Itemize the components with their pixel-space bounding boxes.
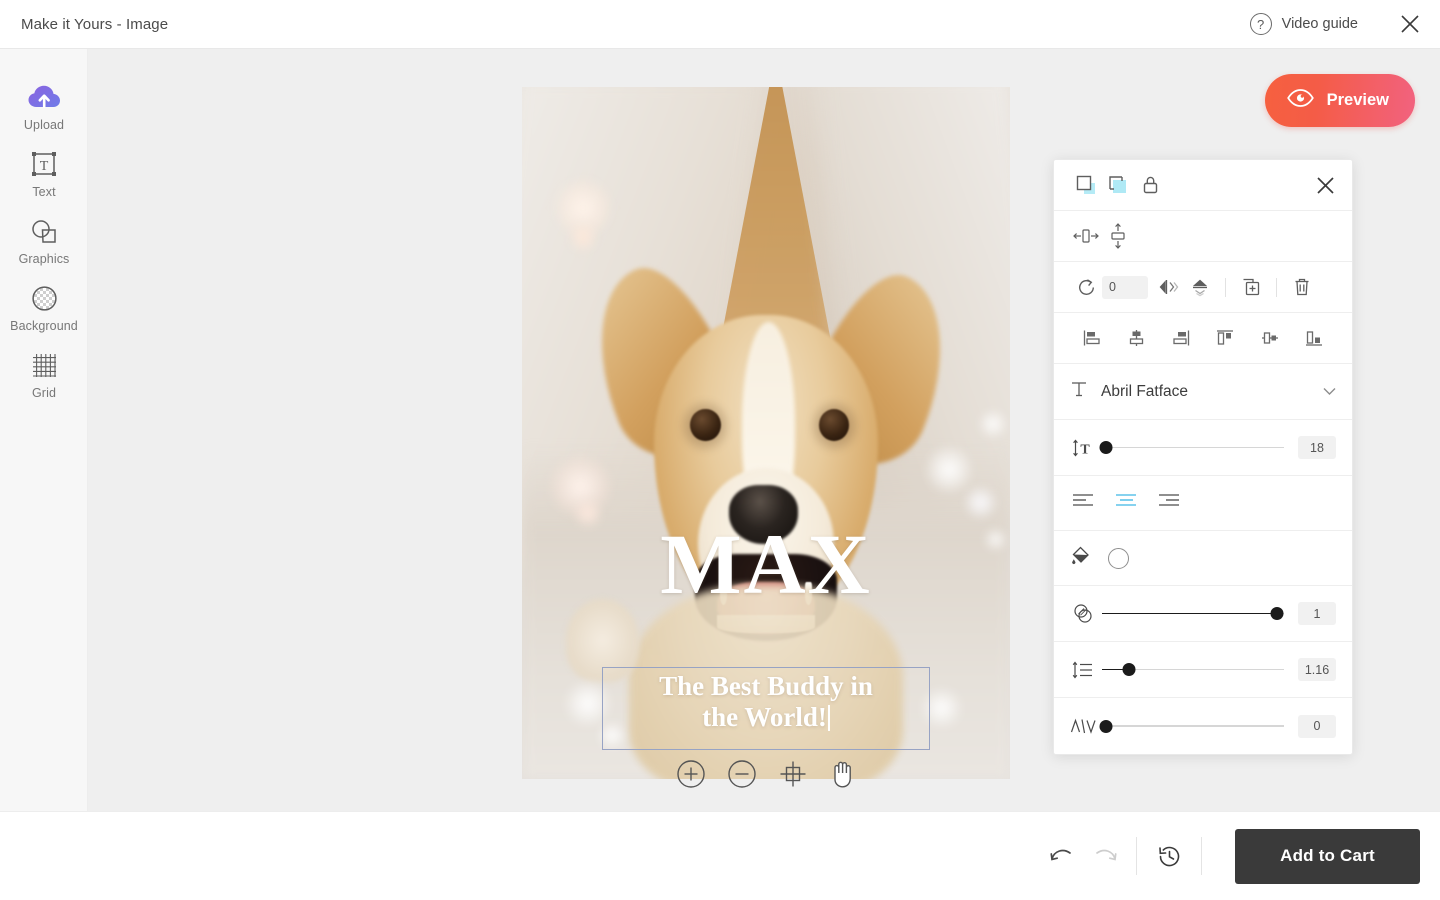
paint-bucket-icon[interactable] [1070, 545, 1092, 572]
grid-icon [32, 348, 57, 382]
top-bar: Make it Yours - Image ? Video guide [0, 0, 1440, 49]
video-guide-button[interactable]: ? Video guide [1249, 13, 1358, 35]
bottom-bar: Add to Cart [0, 811, 1440, 900]
eye-icon [1286, 89, 1314, 112]
canvas-tool-bar [522, 759, 1010, 789]
align-right-icon[interactable] [1165, 322, 1197, 354]
flip-vertical-icon[interactable] [1184, 271, 1216, 303]
fit-width-icon[interactable] [1070, 220, 1102, 252]
panel-transform-row [1054, 262, 1352, 313]
canvas-surface[interactable]: MAX The Best Buddy in the World! [522, 87, 1010, 779]
undo-icon[interactable] [1041, 835, 1083, 877]
font-type-icon [1070, 380, 1088, 403]
pan-hand-icon[interactable] [829, 759, 856, 789]
mask-image-icon[interactable] [1102, 169, 1134, 201]
line-height-slider-row: 1.16 [1054, 642, 1352, 698]
panel-close-icon[interactable] [1315, 175, 1336, 196]
svg-text:T: T [40, 159, 49, 174]
letter-spacing-slider[interactable] [1099, 718, 1284, 734]
image-editor-app: Make it Yours - Image ? Video guide Uplo… [0, 0, 1440, 900]
sidebar-item-label: Text [32, 185, 56, 199]
sidebar-item-label: Upload [23, 118, 65, 132]
line-height-value[interactable]: 1.16 [1298, 658, 1336, 681]
sidebar-item-graphics[interactable]: Graphics [0, 214, 88, 281]
subtitle-line-1: The Best Buddy in [659, 671, 873, 701]
letter-spacing-slider-row: 0 [1054, 698, 1352, 754]
top-bar-actions: ? Video guide [1249, 12, 1440, 36]
text-align-left-icon[interactable] [1072, 493, 1095, 514]
crop-to-shape-icon[interactable] [1070, 169, 1102, 201]
zoom-out-icon[interactable] [727, 759, 757, 789]
close-icon[interactable] [1398, 12, 1422, 36]
canvas-subtitle-text[interactable]: The Best Buddy in the World! [602, 667, 930, 734]
flip-horizontal-icon[interactable] [1152, 271, 1184, 303]
opacity-slider[interactable] [1102, 606, 1284, 622]
fit-height-icon[interactable] [1102, 220, 1134, 252]
preview-label: Preview [1326, 91, 1389, 109]
fit-canvas-icon[interactable] [778, 759, 808, 789]
zoom-in-icon[interactable] [676, 759, 706, 789]
opacity-slider-row: 1 [1054, 586, 1352, 642]
sidebar-item-grid[interactable]: Grid [0, 348, 88, 415]
sidebar-item-label: Background [10, 319, 78, 333]
align-bottom-icon[interactable] [1298, 322, 1330, 354]
text-box-icon: T [30, 147, 58, 181]
align-center-horizontal-icon[interactable] [1120, 322, 1152, 354]
shapes-icon [30, 214, 58, 248]
left-sidebar: Upload T Text Graphics Background Grid [0, 49, 88, 900]
rotation-input[interactable] [1102, 275, 1148, 299]
sidebar-item-label: Graphics [18, 252, 70, 266]
sidebar-item-upload[interactable]: Upload [0, 80, 88, 147]
line-height-icon [1070, 661, 1096, 679]
fill-color-row [1054, 531, 1352, 586]
text-align-row [1054, 476, 1352, 531]
design-canvas[interactable]: MAX The Best Buddy in the World! [522, 87, 1010, 788]
text-align-right-icon[interactable] [1158, 493, 1181, 514]
page-title: Make it Yours - Image [21, 15, 169, 33]
cloud-upload-icon [28, 80, 61, 114]
font-size-value[interactable]: 18 [1298, 436, 1336, 459]
trash-icon[interactable] [1286, 271, 1318, 303]
panel-mask-row [1054, 160, 1352, 211]
svg-text:T: T [1080, 442, 1090, 457]
font-size-slider-row: T 18 [1054, 420, 1352, 476]
history-clock-icon[interactable] [1148, 835, 1190, 877]
letter-spacing-icon [1070, 717, 1096, 735]
add-to-cart-button[interactable]: Add to Cart [1235, 828, 1420, 884]
align-middle-vertical-icon[interactable] [1254, 322, 1286, 354]
rotate-icon[interactable] [1070, 271, 1102, 303]
duplicate-icon[interactable] [1235, 271, 1267, 303]
sidebar-item-background[interactable]: Background [0, 281, 88, 348]
opacity-icon [1070, 603, 1096, 624]
opacity-value[interactable]: 1 [1298, 602, 1336, 625]
transparency-circle-icon [31, 281, 58, 315]
video-guide-label: Video guide [1281, 16, 1358, 32]
panel-align-row [1054, 313, 1352, 364]
lock-icon[interactable] [1134, 169, 1166, 201]
preview-button[interactable]: Preview [1264, 74, 1415, 127]
font-family-name: Abril Fatface [1101, 382, 1189, 400]
line-height-slider[interactable] [1102, 662, 1284, 678]
text-caret [827, 705, 830, 732]
properties-panel: Abril Fatface T 18 [1053, 159, 1353, 755]
align-left-icon[interactable] [1076, 322, 1108, 354]
text-align-center-icon[interactable] [1115, 493, 1138, 514]
question-mark-icon: ? [1249, 13, 1272, 35]
fill-color-swatch[interactable] [1108, 547, 1129, 569]
font-size-icon: T [1070, 439, 1096, 457]
panel-size-row [1054, 211, 1352, 262]
align-top-icon[interactable] [1209, 322, 1241, 354]
sidebar-item-label: Grid [31, 386, 56, 400]
sidebar-item-text[interactable]: T Text [0, 147, 88, 214]
redo-icon[interactable] [1083, 835, 1125, 877]
subtitle-line-2: the World! [702, 702, 827, 733]
letter-spacing-value[interactable]: 0 [1298, 714, 1336, 738]
font-size-slider[interactable] [1099, 440, 1284, 456]
font-family-selector[interactable]: Abril Fatface [1054, 364, 1352, 420]
chevron-down-icon[interactable] [1323, 383, 1336, 401]
